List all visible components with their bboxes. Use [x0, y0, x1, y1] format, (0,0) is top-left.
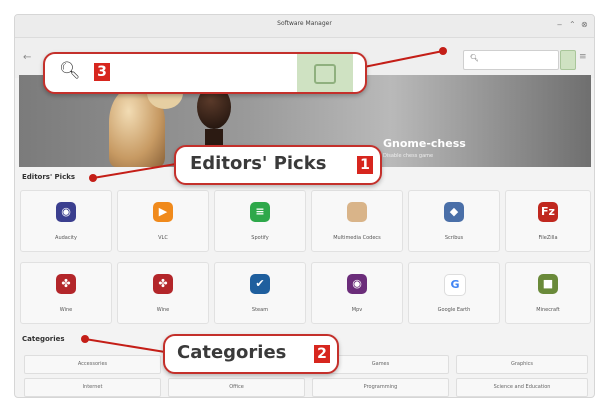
callout-line-search — [363, 50, 444, 68]
callout-dot-search — [439, 47, 447, 55]
callout-dot-editors — [89, 174, 97, 182]
callout-label: Editors' Picks — [190, 153, 327, 174]
callout-line-categories — [84, 338, 166, 353]
search-button-zoomed[interactable] — [297, 54, 353, 92]
callout-categories: Categories 2 — [163, 334, 339, 374]
callout-number: 3 — [94, 63, 110, 81]
callout-number: 1 — [357, 156, 373, 174]
callout-label: Categories — [177, 342, 287, 363]
search-button-icon — [314, 64, 336, 84]
search-icon: 🔍︎ — [59, 61, 81, 81]
callout-editors-picks: Editors' Picks 1 — [174, 145, 382, 185]
callout-search: 🔍︎ 3 — [43, 52, 367, 94]
callout-dot-categories — [81, 335, 89, 343]
callout-number: 2 — [314, 345, 330, 363]
callout-line-editors — [92, 163, 177, 179]
